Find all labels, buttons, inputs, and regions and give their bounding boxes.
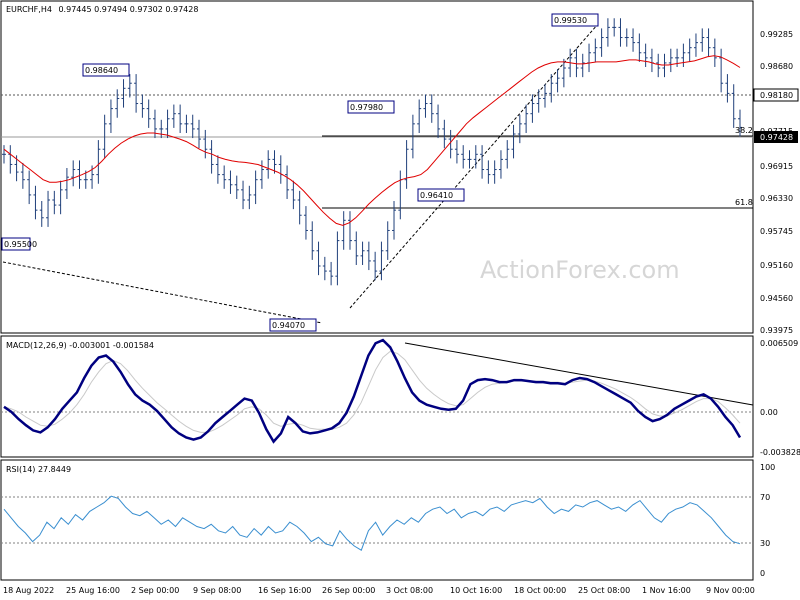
- price-tick: 0.94560: [760, 294, 793, 303]
- time-tick: 3 Oct 08:00: [386, 586, 433, 595]
- annotation-label: 0.99530: [554, 16, 587, 25]
- time-tick: 2 Sep 00:00: [131, 586, 179, 595]
- macd-tick: -0.003828: [760, 448, 800, 457]
- price-tick: 0.98180: [760, 91, 793, 100]
- current-price-label: 0.97428: [760, 133, 793, 142]
- price-tick: 0.95745: [760, 227, 793, 236]
- time-tick: 25 Aug 16:00: [66, 586, 120, 595]
- time-tick: 1 Nov 16:00: [642, 586, 691, 595]
- annotation-label: 0.97980: [350, 103, 383, 112]
- macd-title: MACD(12,26,9) -0.003001 -0.001584: [6, 341, 154, 350]
- time-tick: 18 Oct 00:00: [514, 586, 566, 595]
- time-tick: 9 Nov 00:00: [706, 586, 755, 595]
- price-tick: 0.99285: [760, 30, 793, 39]
- time-tick: 9 Sep 08:00: [193, 586, 241, 595]
- time-tick: 26 Sep 00:00: [322, 586, 375, 595]
- annotation-0.98640: 0.98640: [82, 63, 130, 77]
- fib-382-label: 38.2: [735, 126, 753, 135]
- rsi-title: RSI(14) 27.8449: [6, 465, 71, 474]
- fib-618-label: 61.8: [735, 198, 753, 207]
- macd-tick: 0.00: [760, 408, 778, 417]
- annotation-0.99530: 0.99530: [551, 13, 599, 27]
- annotation-0.94070: 0.94070: [269, 318, 317, 332]
- rsi-tick: 100: [760, 463, 775, 472]
- ohlc-values: 0.97445 0.97494 0.97302 0.97428: [58, 5, 198, 14]
- annotation-label: 0.95500: [4, 240, 37, 249]
- annotation-label: 0.96410: [420, 191, 453, 200]
- symbol-label: EURCHF,H4: [6, 5, 52, 14]
- rsi-tick: 30: [760, 539, 770, 548]
- annotation-0.97980: 0.97980: [347, 100, 395, 114]
- price-tick: 0.95160: [760, 261, 793, 270]
- watermark: ActionForex.com: [480, 256, 680, 284]
- price-tick: 0.96915: [760, 162, 793, 171]
- price-tick: 0.98680: [760, 62, 793, 71]
- time-tick: 18 Aug 2022: [3, 586, 54, 595]
- eurchf-chart: ActionForex.com 0.95500 0.98640 0.94070 …: [0, 0, 800, 600]
- price-tick: 0.96330: [760, 194, 793, 203]
- rsi-tick: 70: [760, 493, 770, 502]
- annotation-label: 0.98640: [85, 66, 118, 75]
- macd-tick: 0.006509: [760, 339, 798, 348]
- time-tick: 16 Sep 16:00: [258, 586, 311, 595]
- price-tick: 0.93975: [760, 326, 793, 335]
- chart-header: EURCHF,H4 0.97445 0.97494 0.97302 0.9742…: [6, 5, 198, 14]
- time-tick: 10 Oct 16:00: [450, 586, 502, 595]
- annotation-label: 0.94070: [272, 321, 305, 330]
- annotation-0.95500: 0.95500: [1, 237, 37, 251]
- rsi-tick: 0: [760, 569, 765, 578]
- annotation-0.96410: 0.96410: [417, 188, 465, 202]
- chart-background: [0, 0, 800, 600]
- time-tick: 25 Oct 08:00: [578, 586, 630, 595]
